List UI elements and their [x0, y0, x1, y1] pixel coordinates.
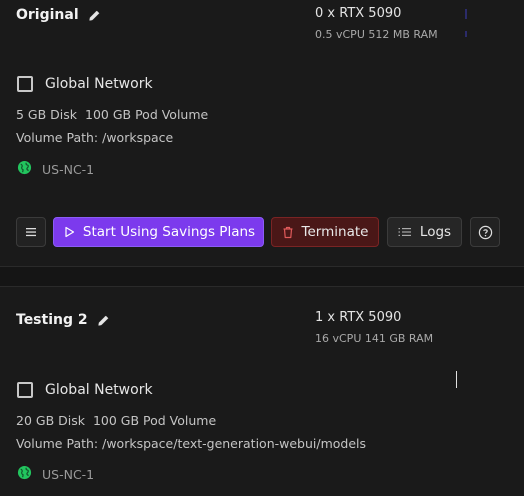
storage-info: 5 GB Disk 100 GB Pod Volume: [16, 107, 208, 122]
pencil-icon[interactable]: [88, 9, 101, 22]
help-icon: [478, 225, 492, 239]
volume-path: Volume Path: /workspace: [16, 130, 174, 145]
region-label: US-NC-1: [42, 467, 95, 482]
volume-path: Volume Path: /workspace/text-generation-…: [16, 436, 367, 451]
storage-info: 20 GB Disk 100 GB Pod Volume: [16, 413, 216, 428]
pod-actions: Start Using Savings Plans Terminate Logs: [16, 217, 500, 247]
checkbox-box[interactable]: [17, 76, 33, 92]
pod-divider: [0, 266, 524, 287]
menu-button[interactable]: [16, 217, 46, 247]
text-cursor: [456, 371, 457, 388]
pod-specs: 0.5 vCPU 512 MB RAM: [315, 28, 438, 41]
help-button[interactable]: [470, 217, 500, 247]
marker: [465, 9, 467, 19]
start-savings-plans-button[interactable]: Start Using Savings Plans: [53, 217, 264, 247]
pod-volume-size: 100 GB Pod Volume: [85, 107, 209, 122]
global-network-label: Global Network: [45, 382, 153, 398]
global-network-checkbox[interactable]: Global Network: [17, 382, 153, 398]
checkbox-box[interactable]: [17, 382, 33, 398]
pod-card-original: Original 0 x RTX 5090 0.5 vCPU 512 MB RA…: [0, 0, 524, 266]
pencil-icon[interactable]: [97, 314, 110, 327]
global-network-checkbox[interactable]: Global Network: [17, 76, 153, 92]
pod-title: Testing 2: [16, 312, 110, 328]
globe-icon: [17, 160, 32, 179]
terminate-button[interactable]: Terminate: [271, 217, 379, 247]
disk-size: 20 GB Disk: [16, 413, 85, 428]
play-icon: [65, 226, 75, 238]
pod-title: Original: [16, 7, 101, 23]
region: US-NC-1: [17, 160, 94, 179]
start-button-label: Start Using Savings Plans: [82, 224, 256, 240]
pod-card-testing-2: Testing 2 1 x RTX 5090 16 vCPU 141 GB RA…: [0, 286, 524, 496]
gpu-count: 0 x RTX 5090: [315, 6, 402, 21]
gpu-count: 1 x RTX 5090: [315, 310, 402, 325]
logs-button-label: Logs: [419, 224, 452, 240]
region-label: US-NC-1: [42, 162, 95, 177]
globe-icon: [17, 465, 32, 484]
disk-size: 5 GB Disk: [16, 107, 78, 122]
pod-specs: 16 vCPU 141 GB RAM: [315, 332, 434, 345]
global-network-label: Global Network: [45, 76, 153, 92]
logs-button[interactable]: Logs: [387, 217, 462, 247]
pod-name: Original: [16, 7, 79, 23]
region: US-NC-1: [17, 465, 94, 484]
pod-name: Testing 2: [16, 312, 88, 328]
terminate-button-label: Terminate: [301, 224, 369, 240]
logs-icon: [398, 228, 411, 236]
trash-icon: [283, 226, 293, 238]
marker: [465, 31, 467, 37]
menu-icon: [26, 228, 36, 237]
pod-volume-size: 100 GB Pod Volume: [92, 413, 217, 428]
